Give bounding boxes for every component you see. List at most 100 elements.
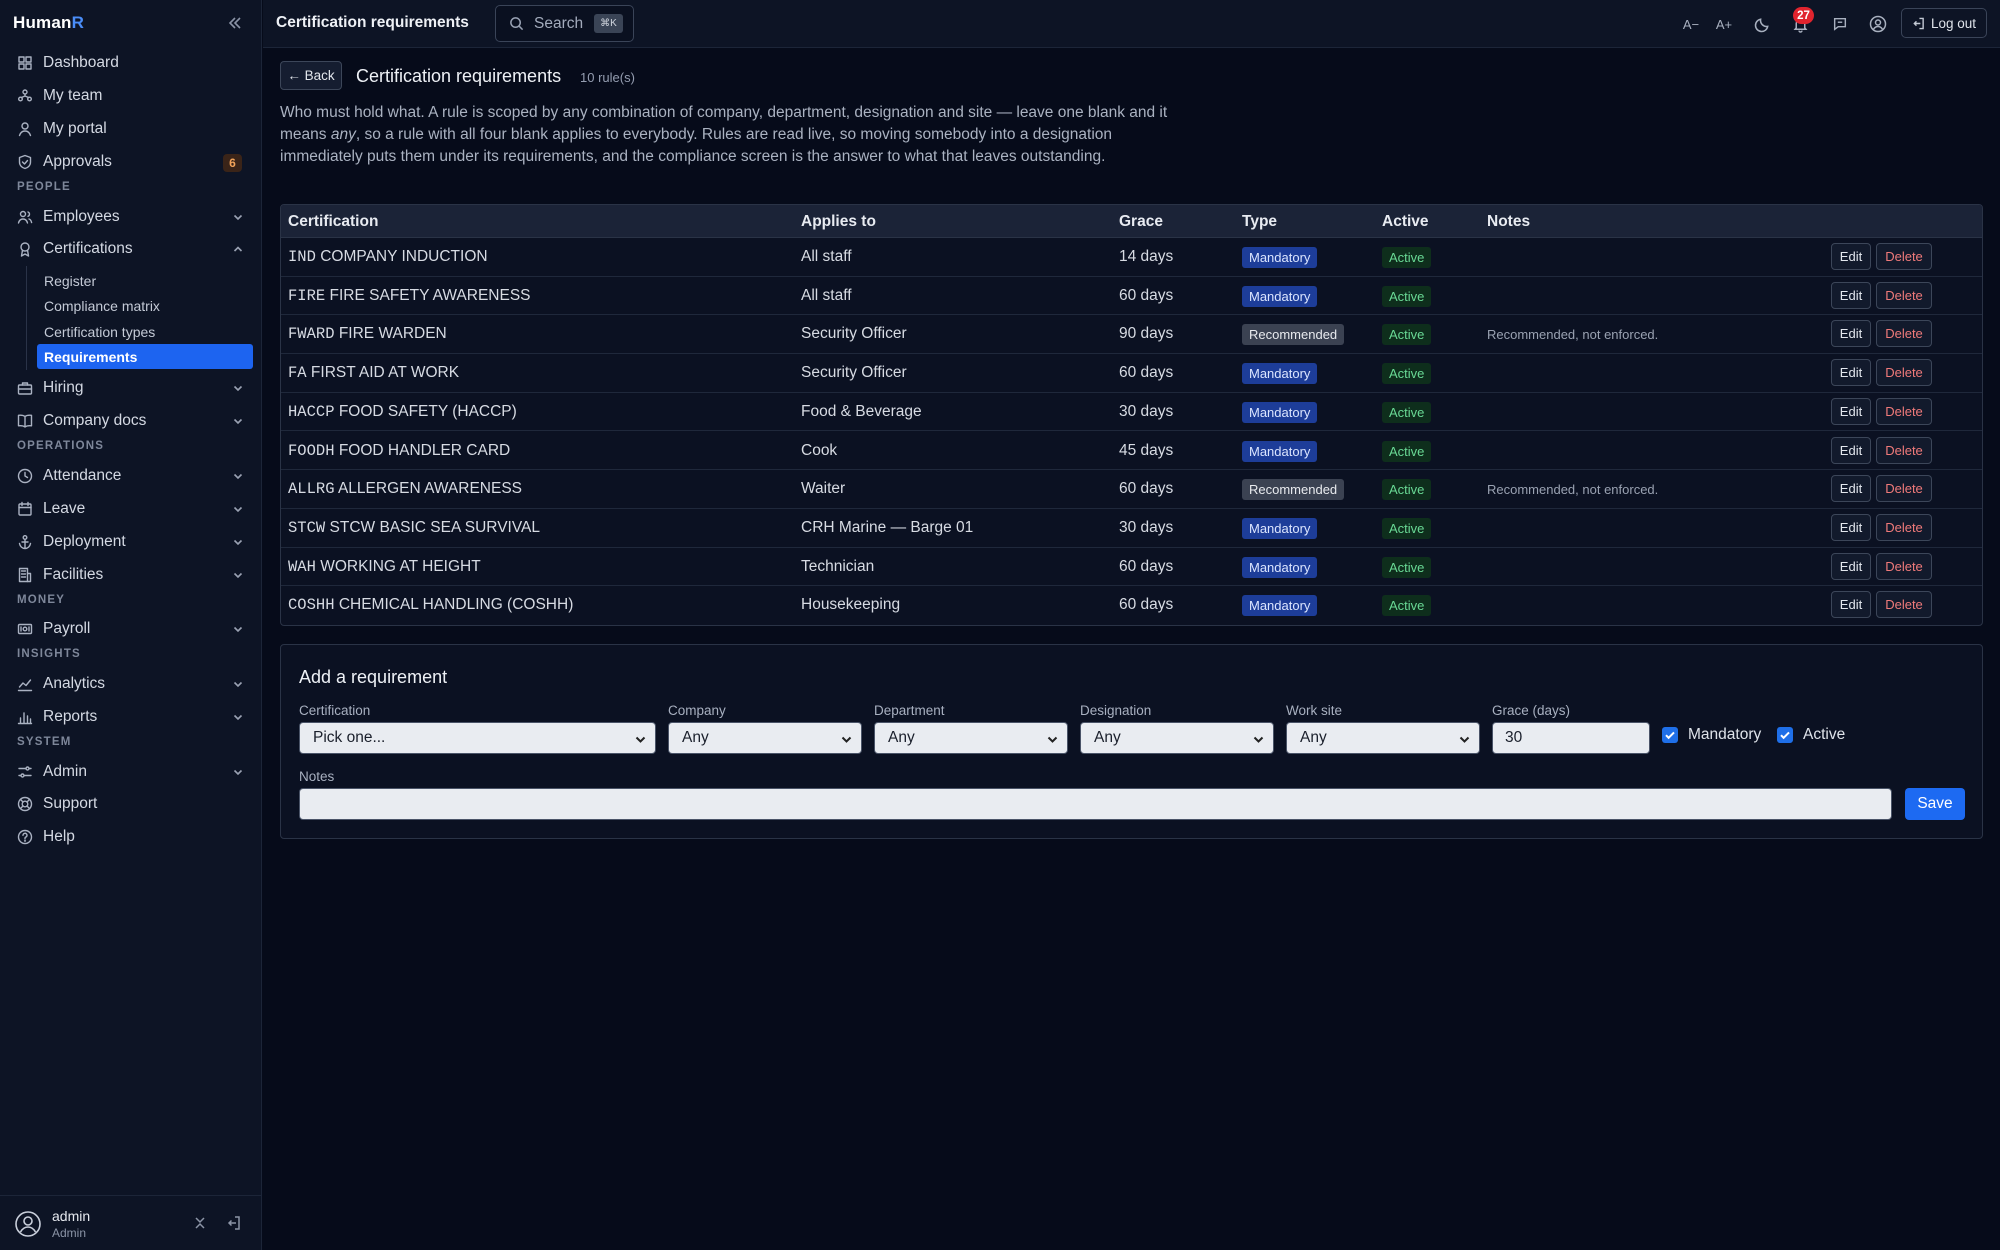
sidebar-item-company-docs[interactable]: Company docs <box>10 406 252 436</box>
certification-select[interactable]: Pick one... <box>299 722 656 754</box>
sidebar-item-label: Employees <box>43 208 120 225</box>
messages-icon[interactable] <box>1829 13 1851 35</box>
type-badge: Mandatory <box>1242 401 1318 423</box>
edit-button[interactable]: Edit <box>1831 591 1871 619</box>
edit-button[interactable]: Edit <box>1831 243 1871 270</box>
grace-days-input[interactable]: 30 <box>1492 722 1650 754</box>
notes-input[interactable] <box>299 788 1892 820</box>
delete-button[interactable]: Delete <box>1876 397 1932 425</box>
delete-button[interactable]: Delete <box>1876 513 1932 541</box>
certification-cell: FWARD FIRE WARDEN <box>288 325 447 343</box>
edit-button[interactable]: Edit <box>1831 513 1871 541</box>
delete-button[interactable]: Delete <box>1876 243 1932 270</box>
app-logo[interactable]: HumanR <box>13 13 84 33</box>
applies-to-cell: All staff <box>801 248 852 265</box>
edit-button[interactable]: Edit <box>1831 436 1871 464</box>
certification-name: FIRE WARDEN <box>338 325 447 343</box>
designation-select[interactable]: Any <box>1080 722 1274 754</box>
collapse-sidebar-icon[interactable] <box>225 13 245 33</box>
user-avatar-icon[interactable] <box>14 1210 42 1238</box>
applies-to-cell: Technician <box>801 557 875 575</box>
type-badge: Mandatory <box>1242 595 1318 617</box>
sidebar-logout-icon[interactable] <box>226 1215 242 1231</box>
certification-name: STCW BASIC SEA SURVIVAL <box>329 518 540 536</box>
profile-icon[interactable] <box>1867 13 1889 35</box>
edit-button[interactable]: Edit <box>1831 397 1871 425</box>
chevron-down-icon <box>232 470 244 482</box>
sidebar-item-help[interactable]: Help <box>10 822 252 852</box>
edit-button[interactable]: Edit <box>1831 552 1871 580</box>
sidebar-item-certifications[interactable]: Certifications <box>10 234 252 264</box>
sidebar-item-leave[interactable]: Leave <box>10 494 252 524</box>
sidebar-subitem-certification-types[interactable]: Certification types <box>37 319 253 344</box>
chevron-down-icon <box>232 415 244 427</box>
sidebar-subitem-register[interactable]: Register <box>37 268 253 293</box>
edit-button[interactable]: Edit <box>1831 475 1871 503</box>
sidebar-item-payroll[interactable]: Payroll <box>10 614 252 644</box>
work-site-select[interactable]: Any <box>1286 722 1480 754</box>
company-select[interactable]: Any <box>668 722 862 754</box>
header-applies-to: Applies to <box>801 213 876 230</box>
certification-name: CHEMICAL HANDLING (COSHH) <box>338 596 574 614</box>
sidebar-item-attendance[interactable]: Attendance <box>10 461 252 491</box>
sidebar-item-support[interactable]: Support <box>10 789 252 819</box>
sidebar-subitem-compliance-matrix[interactable]: Compliance matrix <box>37 293 253 318</box>
active-status-badge: Active <box>1382 324 1432 346</box>
delete-button[interactable]: Delete <box>1876 281 1932 309</box>
type-badge: Mandatory <box>1242 363 1318 385</box>
certification-name: WORKING AT HEIGHT <box>320 557 481 575</box>
mandatory-checkbox[interactable]: Mandatory <box>1662 726 1761 744</box>
font-increase-button[interactable]: A+ <box>1713 13 1735 35</box>
delete-button[interactable]: Delete <box>1876 591 1932 619</box>
delete-button[interactable]: Delete <box>1876 359 1932 387</box>
edit-button[interactable]: Edit <box>1831 281 1871 309</box>
delete-button[interactable]: Delete <box>1876 552 1932 580</box>
edit-button[interactable]: Edit <box>1831 359 1871 387</box>
grace-days-label: Grace (days) <box>1492 703 1571 718</box>
user-name: admin <box>52 1208 91 1224</box>
chevron-down-icon <box>232 711 244 723</box>
sidebar-item-hiring[interactable]: Hiring <box>10 373 252 403</box>
edit-button[interactable]: Edit <box>1831 320 1871 348</box>
sidebar-item-deployment[interactable]: Deployment <box>10 527 252 557</box>
font-decrease-button[interactable]: A− <box>1680 13 1702 35</box>
table-row: FA FIRST AID AT WORK Security Officer 60 d… <box>281 354 1982 393</box>
active-checkbox[interactable]: Active <box>1777 726 1845 744</box>
search-button[interactable]: Search ⌘K <box>495 5 634 42</box>
sidebar-item-my-portal[interactable]: My portal <box>10 114 252 144</box>
table-header: Certification Applies to Grace Type Acti… <box>281 205 1982 238</box>
sidebar-item-facilities[interactable]: Facilities <box>10 560 252 590</box>
sidebar-item-my-team[interactable]: My team <box>10 81 252 111</box>
dark-mode-icon[interactable] <box>1751 13 1773 35</box>
certification-code: FWARD <box>288 325 335 344</box>
delete-button[interactable]: Delete <box>1876 475 1932 503</box>
logout-button[interactable]: Log out <box>1901 8 1987 38</box>
delete-button[interactable]: Delete <box>1876 436 1932 464</box>
save-button[interactable]: Save <box>1905 788 1965 820</box>
delete-button[interactable]: Delete <box>1876 320 1932 348</box>
certification-label: Certification <box>299 703 371 718</box>
sidebar-item-dashboard[interactable]: Dashboard <box>10 48 252 78</box>
sidebar-item-label: Admin <box>43 763 87 780</box>
designation-label: Designation <box>1080 703 1152 718</box>
sidebar-item-analytics[interactable]: Analytics <box>10 669 252 699</box>
sidebar-subitem-requirements[interactable]: Requirements <box>37 344 253 369</box>
active-status-badge: Active <box>1382 595 1432 617</box>
grid-icon <box>17 55 33 71</box>
sidebar-item-reports[interactable]: Reports <box>10 702 252 732</box>
back-button[interactable]: ← Back <box>280 61 342 90</box>
sidebar-item-admin[interactable]: Admin <box>10 757 252 787</box>
switch-user-icon[interactable] <box>192 1215 208 1231</box>
approvals-count-badge: 6 <box>223 154 242 172</box>
sliders-icon <box>17 764 33 780</box>
certification-code: WAH <box>288 557 316 576</box>
sidebar-item-approvals[interactable]: Approvals 6 <box>10 147 252 177</box>
sidebar-item-label: Support <box>43 795 98 812</box>
type-badge: Recommended <box>1242 324 1345 346</box>
chevron-up-icon <box>232 243 244 255</box>
sidebar-item-employees[interactable]: Employees <box>10 202 252 232</box>
applies-to-cell: Security Officer <box>801 364 907 382</box>
certification-name: FIRE SAFETY AWARENESS <box>329 286 531 304</box>
department-select[interactable]: Any <box>874 722 1068 754</box>
chevron-down-icon <box>232 569 244 581</box>
